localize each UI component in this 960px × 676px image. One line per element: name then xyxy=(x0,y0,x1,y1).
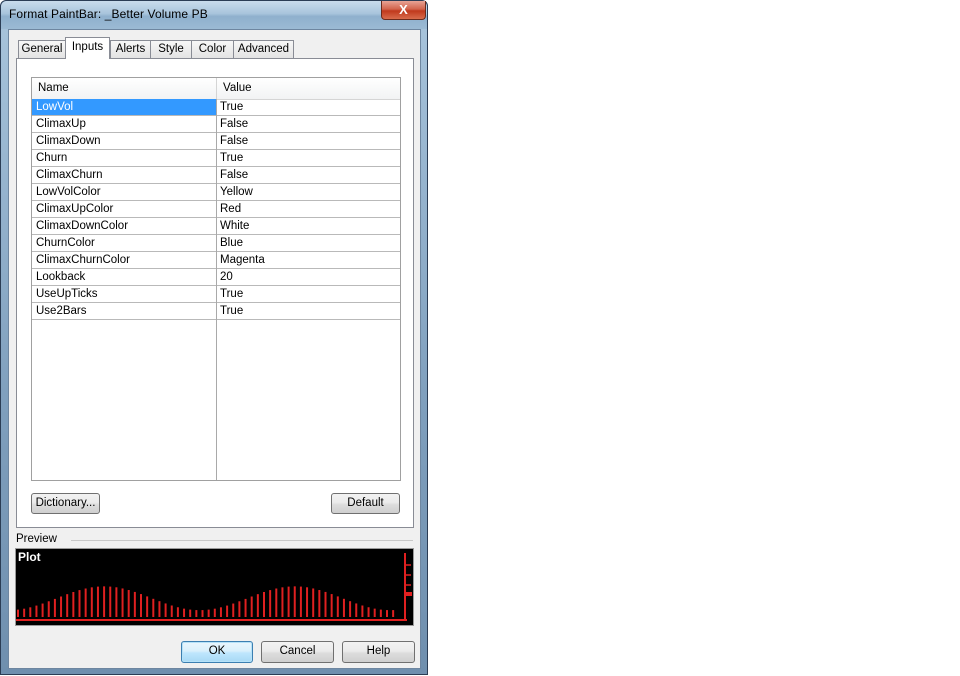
input-value-cell[interactable]: White xyxy=(217,218,400,234)
input-value-cell[interactable]: False xyxy=(217,116,400,132)
inputs-tab-panel: Name Value LowVol True ClimaxUp False Clim… xyxy=(16,58,414,528)
help-button[interactable]: Help xyxy=(342,641,415,663)
preview-divider xyxy=(71,540,413,541)
input-value-cell[interactable]: True xyxy=(217,99,400,115)
input-name-cell[interactable]: Use2Bars xyxy=(32,303,216,319)
input-value-cell[interactable]: False xyxy=(217,133,400,149)
input-value-cell[interactable]: Blue xyxy=(217,235,400,251)
preview-label: Preview xyxy=(16,533,57,545)
input-name-cell[interactable]: UseUpTicks xyxy=(32,286,216,302)
dialog-client-area: General Inputs Alerts Style Color Advanc… xyxy=(8,29,421,669)
column-divider[interactable] xyxy=(216,99,217,480)
input-value-cell[interactable]: 20 xyxy=(217,269,400,285)
plot-last-value-marker xyxy=(405,592,412,596)
input-name-cell[interactable]: LowVol xyxy=(32,99,216,115)
close-button[interactable]: X xyxy=(381,1,426,20)
preview-panel: Plot xyxy=(15,548,414,626)
title-bar[interactable]: Format PaintBar: _Better Volume PB X xyxy=(1,1,427,29)
input-value-cell[interactable]: Red xyxy=(217,201,400,217)
input-name-cell[interactable]: ChurnColor xyxy=(32,235,216,251)
input-name-cell[interactable]: ClimaxDownColor xyxy=(32,218,216,234)
input-value-cell[interactable]: False xyxy=(217,167,400,183)
input-value-cell[interactable]: Yellow xyxy=(217,184,400,200)
dialog-window: Format PaintBar: _Better Volume PB X Gen… xyxy=(0,0,428,675)
tab-advanced[interactable]: Advanced xyxy=(233,40,294,58)
input-value-cell[interactable]: True xyxy=(217,150,400,166)
tab-alerts[interactable]: Alerts xyxy=(110,40,151,58)
input-name-cell[interactable]: ClimaxChurn xyxy=(32,167,216,183)
column-header-name[interactable]: Name xyxy=(32,78,217,99)
dictionary-button[interactable]: Dictionary... xyxy=(31,493,100,514)
input-name-cell[interactable]: Lookback xyxy=(32,269,216,285)
column-header-value[interactable]: Value xyxy=(217,78,400,99)
inputs-grid: Name Value LowVol True ClimaxUp False Clim… xyxy=(31,77,401,481)
input-name-cell[interactable]: ClimaxUpColor xyxy=(32,201,216,217)
input-value-cell[interactable]: Magenta xyxy=(217,252,400,268)
cancel-button[interactable]: Cancel xyxy=(261,641,334,663)
input-name-cell[interactable]: ClimaxDown xyxy=(32,133,216,149)
tab-style[interactable]: Style xyxy=(150,40,192,58)
close-icon: X xyxy=(399,2,408,17)
input-name-cell[interactable]: ClimaxUp xyxy=(32,116,216,132)
input-value-cell[interactable]: True xyxy=(217,286,400,302)
preview-plot xyxy=(16,553,412,621)
grid-header: Name Value xyxy=(32,78,400,100)
input-value-cell[interactable]: True xyxy=(217,303,400,319)
ok-button[interactable]: OK xyxy=(181,641,253,663)
window-title: Format PaintBar: _Better Volume PB xyxy=(9,7,208,21)
input-name-cell[interactable]: ClimaxChurnColor xyxy=(32,252,216,268)
input-name-cell[interactable]: Churn xyxy=(32,150,216,166)
default-button[interactable]: Default xyxy=(331,493,400,514)
tab-inputs[interactable]: Inputs xyxy=(65,37,110,59)
tab-general[interactable]: General xyxy=(18,40,66,58)
input-name-cell[interactable]: LowVolColor xyxy=(32,184,216,200)
tab-color[interactable]: Color xyxy=(191,40,234,58)
